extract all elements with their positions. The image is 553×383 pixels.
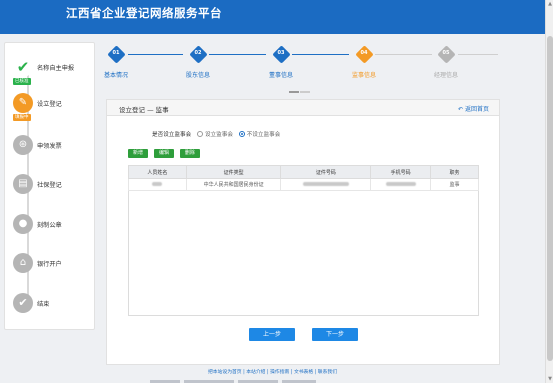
edit-button[interactable]: 编辑 <box>153 149 174 158</box>
step-number: 02 <box>194 50 202 56</box>
bank-icon: ⌂ <box>13 253 33 273</box>
step-label: 设立登记 <box>37 101 62 108</box>
radio-label: 不设立监事会 <box>246 132 281 138</box>
return-arrow-icon: ↶ <box>458 106 464 113</box>
footer-secondary-text <box>150 378 350 383</box>
action-button-group: 新增 编辑 删除 <box>128 149 204 158</box>
cell-id-number <box>280 178 372 191</box>
cell-phone <box>370 178 432 191</box>
step-label: 银行开户 <box>37 261 62 268</box>
top-banner: 江西省企业登记网络服务平台 <box>0 0 545 34</box>
redacted-name <box>152 181 163 186</box>
invoice-icon: ⊛ <box>13 135 33 155</box>
cell-name <box>128 178 187 191</box>
sidebar-step-invoice[interactable]: ⊛ 申领发票 <box>13 135 95 161</box>
redacted-phone <box>385 181 416 186</box>
form-progress-stepper: 01 基本情况 02 股东信息 03 董事信息 04 监事信息 05 经理信息 <box>100 44 505 94</box>
question-label: 是否设立监事会 <box>152 132 192 138</box>
sidebar-step-social-security[interactable]: ▤ 社保登记 <box>13 174 95 200</box>
sidebar-step-name-declaration[interactable]: ✔ 名称自主申报 已核准 <box>13 57 95 85</box>
scroll-up-icon[interactable]: ▲ <box>547 1 553 7</box>
step-label: 刻制公章 <box>37 222 62 229</box>
radio-set-board[interactable] <box>196 130 203 137</box>
footer-links[interactable]: 把本站设为首页 | 本站介绍 | 操作指南 | 文书表格 | 联系我们 <box>0 368 545 375</box>
step-label: 申领发票 <box>37 143 62 150</box>
progress-step-shareholders[interactable]: 02 股东信息 <box>173 45 223 79</box>
scrollbar-thumb[interactable] <box>547 36 553 361</box>
previous-step-button[interactable]: 上一步 <box>249 328 295 341</box>
social-security-icon: ▤ <box>13 174 33 194</box>
cell-position: 监事 <box>430 178 479 191</box>
step-number: 03 <box>277 50 285 56</box>
sidebar-step-bank-account[interactable]: ⌂ 银行开户 <box>13 253 95 279</box>
process-sidebar: ✔ 名称自主申报 已核准 ✎ 设立登记 填报中 ⊛ 申领发票 ▤ 社保登记 ● … <box>4 42 95 330</box>
column-header: 职务 <box>430 165 479 179</box>
column-header: 证件号码 <box>280 165 372 179</box>
panel-header: 设立登记 — 监事 ↶ 返回首页 <box>107 100 499 116</box>
status-badge: 已核准 <box>13 78 31 85</box>
radio-label: 设立监事会 <box>204 132 233 138</box>
page-scrollbar[interactable]: ▲ ▼ <box>545 0 553 383</box>
status-badge: 填报中 <box>13 114 31 121</box>
redacted-id-number <box>302 181 349 186</box>
step-label: 股东信息 <box>185 72 210 79</box>
step-number: 04 <box>360 50 368 56</box>
back-home-label: 返回首页 <box>464 106 489 113</box>
radio-no-board[interactable] <box>238 130 245 137</box>
supervisor-table: 人员姓名 证件类型 证件号码 手机号码 职务 中华人民共和国居民身份证 监事 <box>128 165 479 191</box>
supervisory-board-question: 是否设立监事会 设立监事会 不设立监事会 <box>152 130 280 138</box>
sidebar-step-seal[interactable]: ● 刻制公章 <box>13 214 95 240</box>
step-label: 结束 <box>37 301 50 308</box>
back-home-link[interactable]: ↶ 返回首页 <box>458 104 489 113</box>
cell-id-type: 中华人民共和国居民身份证 <box>185 178 282 191</box>
step-label: 经理信息 <box>433 72 458 79</box>
step-label: 社保登记 <box>37 182 62 189</box>
step-label: 名称自主申报 <box>37 65 75 72</box>
sidebar-step-registration[interactable]: ✎ 设立登记 填报中 <box>13 93 95 121</box>
progress-step-directors[interactable]: 03 董事信息 <box>256 45 306 79</box>
supervisor-form-panel: 设立登记 — 监事 ↶ 返回首页 是否设立监事会 设立监事会 不设立监事会 新增… <box>106 99 500 365</box>
table-row[interactable]: 中华人民共和国居民身份证 监事 <box>128 178 479 191</box>
edit-form-icon: ✎ <box>13 93 33 113</box>
sidebar-step-finish[interactable]: ✔ 结束 <box>13 293 95 319</box>
stepper-pager-indicator[interactable] <box>289 88 313 93</box>
progress-step-basic-info[interactable]: 01 基本情况 <box>91 45 141 79</box>
next-step-button[interactable]: 下一步 <box>312 328 358 341</box>
scroll-down-icon[interactable]: ▼ <box>547 376 553 382</box>
site-title: 江西省企业登记网络服务平台 <box>66 6 222 20</box>
check-icon: ✔ <box>13 293 33 313</box>
step-label: 基本情况 <box>103 72 128 79</box>
progress-step-supervisors[interactable]: 04 监事信息 <box>339 45 389 79</box>
check-icon: ✔ <box>13 57 33 77</box>
table-header-row: 人员姓名 证件类型 证件号码 手机号码 职务 <box>128 165 479 179</box>
panel-title: 设立登记 — 监事 <box>119 106 169 114</box>
delete-button[interactable]: 删除 <box>179 149 200 158</box>
step-number: 01 <box>112 50 120 56</box>
progress-step-manager[interactable]: 05 经理信息 <box>421 45 471 79</box>
step-label: 董事信息 <box>268 72 293 79</box>
step-number: 05 <box>442 50 450 56</box>
column-header: 手机号码 <box>370 165 432 179</box>
seal-person-icon: ● <box>13 214 33 234</box>
column-header: 证件类型 <box>185 165 282 179</box>
step-label: 监事信息 <box>351 72 376 79</box>
add-button[interactable]: 新增 <box>128 149 149 158</box>
column-header: 人员姓名 <box>128 165 187 179</box>
